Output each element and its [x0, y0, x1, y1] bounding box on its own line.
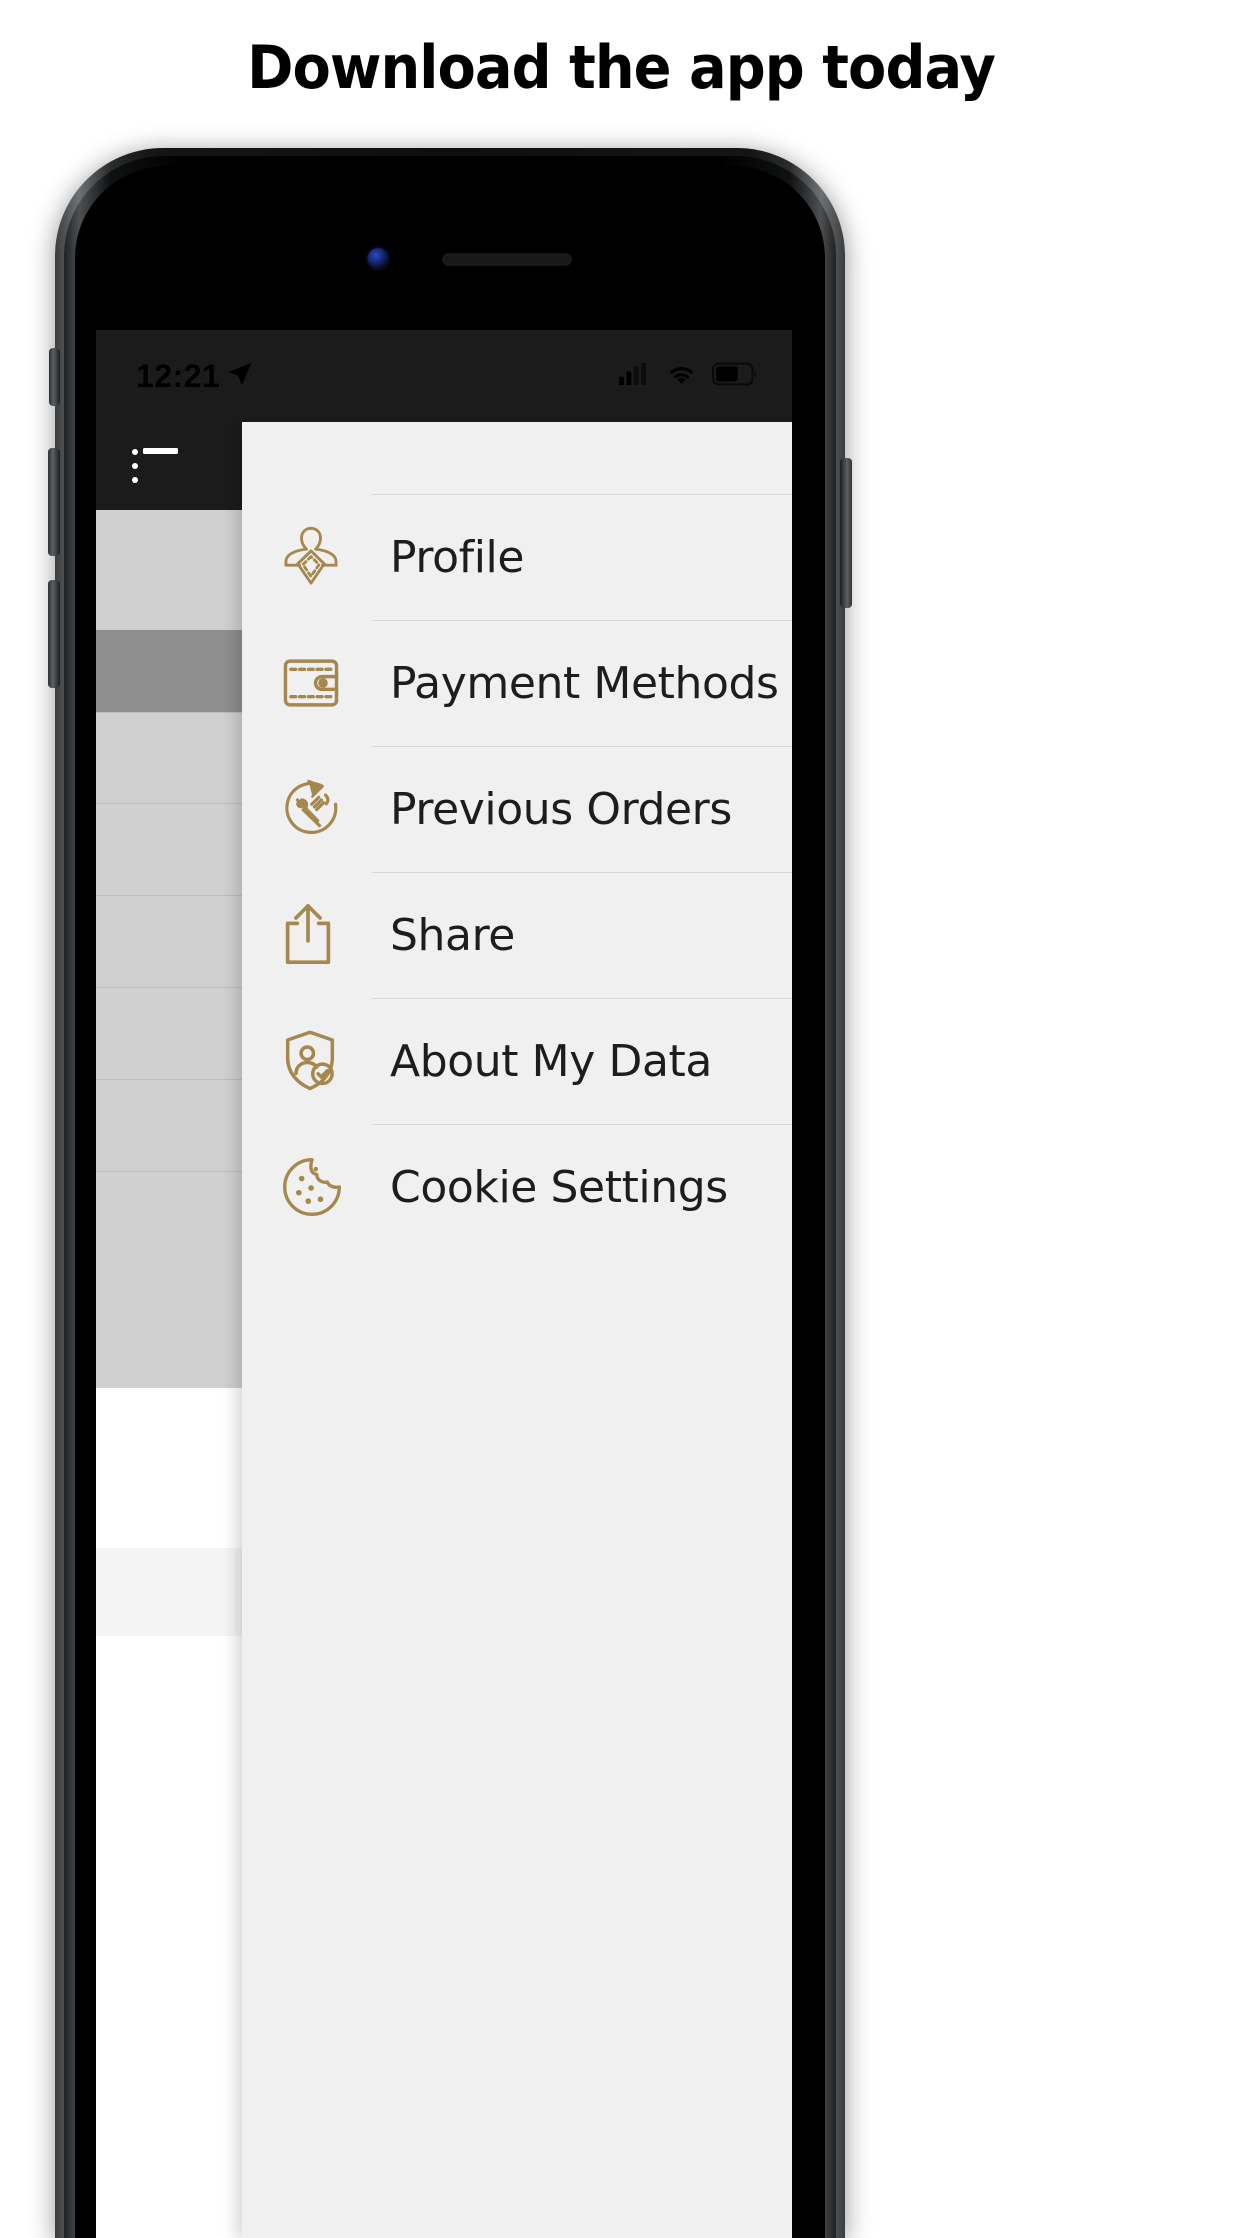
cellular-signal-icon: [619, 362, 651, 391]
drawer-item-profile[interactable]: Profile: [242, 494, 792, 620]
status-bar-left: 12:21: [136, 358, 255, 395]
drawer-item-cookie-settings[interactable]: Cookie Settings: [242, 1124, 792, 1250]
front-camera-icon: [367, 248, 389, 269]
share-upload-icon: [280, 902, 358, 968]
cookie-icon: [280, 1155, 358, 1219]
refresh-cutlery-icon: [280, 777, 358, 841]
drawer-item-label: Payment Methods: [390, 658, 779, 709]
phone-power-button[interactable]: [840, 458, 852, 608]
drawer-item-about-my-data[interactable]: About My Data: [242, 998, 792, 1124]
phone-screen: 12:21 Profile Payment Methods Previous O…: [96, 330, 792, 2238]
phone-mockup: 12:21 Profile Payment Methods Previous O…: [48, 148, 852, 2238]
status-bar-right: [619, 362, 758, 391]
drawer-item-row: Payment Methods: [372, 620, 792, 746]
status-bar: 12:21: [96, 330, 792, 422]
status-bar-time: 12:21: [136, 357, 221, 394]
drawer-item-share[interactable]: Share: [242, 872, 792, 998]
wallet-icon: [280, 652, 358, 714]
drawer-item-row: Profile: [372, 494, 792, 620]
phone-volume-up-button[interactable]: [48, 448, 60, 556]
phone-mute-switch[interactable]: [49, 348, 60, 406]
drawer-item-row: About My Data: [372, 998, 792, 1124]
page-title: Download the app today: [247, 33, 996, 103]
drawer-item-label: Profile: [390, 532, 525, 583]
earpiece-speaker-icon: [443, 254, 571, 265]
shield-person-check-icon: [280, 1028, 358, 1094]
drawer-item-label: Previous Orders: [390, 784, 732, 835]
drawer-item-label: Share: [390, 910, 515, 961]
hamburger-list-icon[interactable]: [132, 448, 178, 484]
location-arrow-icon: [225, 359, 255, 394]
phone-volume-down-button[interactable]: [48, 580, 60, 688]
drawer-item-label: Cookie Settings: [390, 1162, 728, 1213]
drawer-item-payment-methods[interactable]: Payment Methods: [242, 620, 792, 746]
battery-icon: [712, 362, 758, 391]
drawer-item-row: Cookie Settings: [372, 1124, 792, 1250]
drawer-item-previous-orders[interactable]: Previous Orders: [242, 746, 792, 872]
drawer-item-row: Previous Orders: [372, 746, 792, 872]
drawer-item-row: Share: [372, 872, 792, 998]
profile-person-icon: [280, 523, 358, 591]
side-drawer-menu: Profile Payment Methods Previous Orders …: [242, 422, 792, 2238]
wifi-icon: [665, 362, 698, 391]
drawer-item-label: About My Data: [390, 1036, 712, 1087]
